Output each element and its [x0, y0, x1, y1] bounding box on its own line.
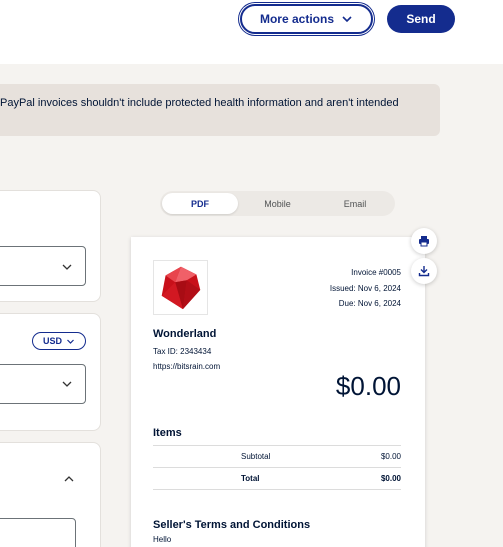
preview-tabs: PDF Mobile Email	[160, 191, 395, 216]
item-input[interactable]	[0, 518, 76, 547]
more-actions-button[interactable]: More actions	[240, 4, 373, 34]
send-button[interactable]: Send	[387, 5, 455, 33]
banner-text: PayPal invoices shouldn't include protec…	[0, 97, 399, 109]
total-value: $0.00	[380, 474, 401, 483]
total-row: Total $0.00	[153, 470, 401, 490]
chevron-down-icon	[62, 264, 72, 270]
terms-heading: Seller's Terms and Conditions	[153, 519, 311, 531]
send-label: Send	[406, 12, 436, 26]
download-button[interactable]	[411, 258, 437, 284]
tax-id: Tax ID: 2343434	[153, 347, 212, 356]
printer-icon	[419, 236, 429, 247]
customer-select[interactable]	[0, 246, 86, 286]
download-icon	[418, 266, 430, 277]
tab-email[interactable]: Email	[317, 193, 393, 214]
total-label: Total	[241, 474, 260, 483]
items-heading: Items	[153, 427, 182, 439]
divider	[153, 445, 401, 446]
details-select[interactable]	[0, 364, 86, 404]
tab-mobile-label: Mobile	[264, 198, 291, 209]
tab-email-label: Email	[343, 198, 367, 209]
business-logo	[153, 260, 208, 315]
business-name: Wonderland	[153, 328, 217, 340]
currency-label: USD	[42, 336, 62, 346]
top-bar: More actions Send	[0, 0, 503, 64]
subtotal-row: Subtotal $0.00	[153, 448, 401, 468]
chevron-up-icon[interactable]	[63, 473, 75, 485]
divider	[153, 467, 401, 468]
invoice-number: Invoice #0005	[351, 268, 401, 277]
info-banner: PayPal invoices shouldn't include protec…	[0, 84, 440, 136]
divider	[153, 489, 401, 490]
tab-pdf-label: PDF	[191, 198, 209, 209]
currency-select[interactable]: USD	[32, 332, 86, 350]
invoice-due-date: Due: Nov 6, 2024	[338, 299, 401, 308]
print-button[interactable]	[411, 228, 437, 254]
invoice-amount: $0.00	[335, 371, 401, 401]
invoice-issued-date: Issued: Nov 6, 2024	[329, 284, 401, 293]
ruby-gem-logo	[161, 266, 201, 310]
chevron-down-icon	[67, 339, 74, 344]
tab-mobile[interactable]: Mobile	[240, 193, 315, 214]
business-website: https://bitsrain.com	[153, 362, 221, 371]
subtotal-label: Subtotal	[241, 452, 271, 461]
more-actions-label: More actions	[259, 12, 334, 26]
chevron-down-icon	[342, 16, 352, 23]
chevron-down-icon	[62, 381, 72, 387]
terms-text: Hello	[153, 535, 172, 544]
subtotal-value: $0.00	[380, 452, 401, 461]
tab-pdf[interactable]: PDF	[162, 193, 238, 214]
